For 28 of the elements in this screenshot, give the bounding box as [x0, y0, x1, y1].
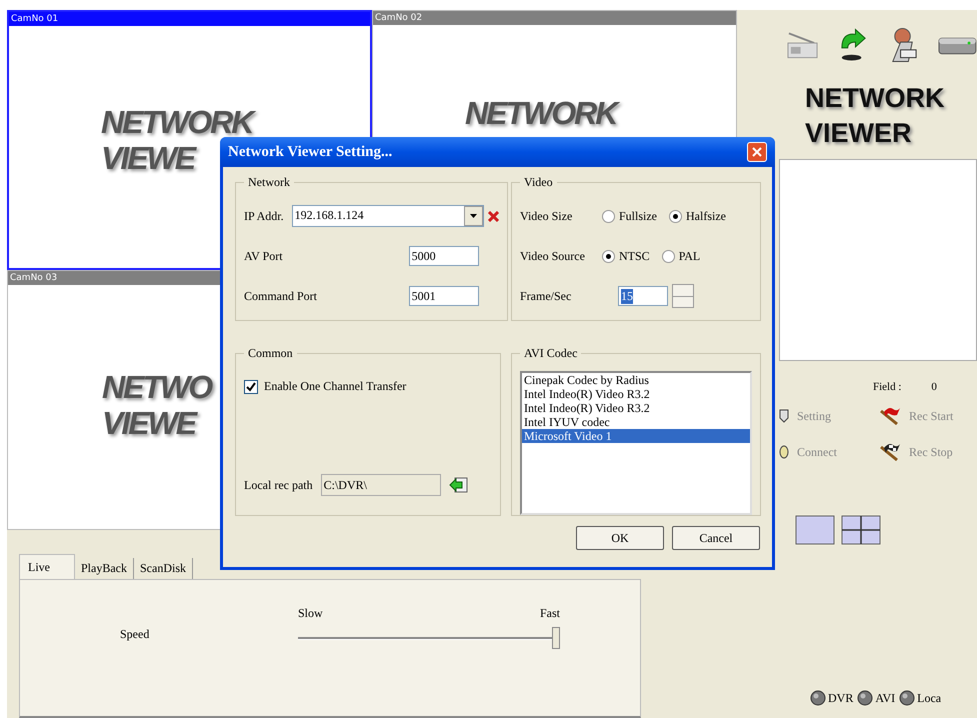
logo-text: VIEWE [101, 140, 194, 176]
field-label: IP Addr. [244, 208, 284, 224]
field-label: Field : [873, 381, 902, 393]
field-label: Frame/Sec [520, 288, 572, 304]
group-title: AVI Codec [523, 346, 578, 361]
logo-text: NETWORK [465, 95, 616, 131]
group-title: Network [247, 175, 291, 190]
slider-max-label: Fast [540, 606, 560, 621]
logo-text: NETWO [102, 369, 212, 405]
field-label: Video Size [520, 208, 574, 224]
indicator-label: Loca [917, 690, 942, 706]
indicator-label: AVI [875, 690, 896, 706]
field-value: 0 [931, 381, 937, 393]
group-title: Common [247, 346, 294, 361]
slider-label: Speed [120, 627, 150, 643]
camera-label: CamNo 02 [373, 11, 736, 25]
slider-min-label: Slow [298, 606, 323, 621]
logo-text: NETWORK [805, 82, 946, 115]
field-label: AV Port [244, 248, 283, 264]
camera-label: CamNo 01 [9, 12, 370, 26]
indicator-label: DVR [828, 690, 854, 706]
group-title: Video [523, 175, 554, 190]
field-label: Command Port [244, 288, 318, 304]
logo-text: VIEWER [805, 117, 913, 150]
field-label: Video Source [520, 248, 586, 264]
logo-text: VIEWE [102, 405, 196, 441]
logo-text: NETWORK [101, 104, 252, 140]
field-label: Local rec path [244, 478, 313, 492]
